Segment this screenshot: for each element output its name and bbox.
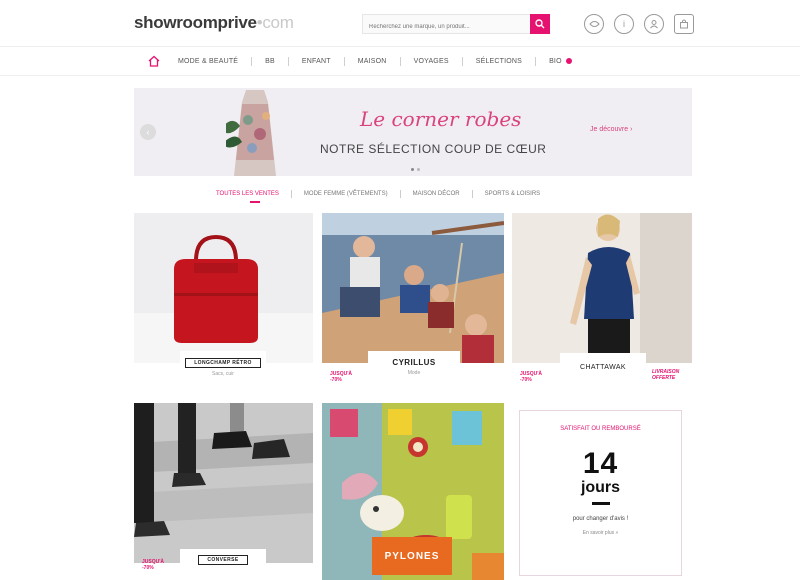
banner-subtitle: Notre sélection coup de cœur <box>320 142 547 156</box>
sale-card-converse[interactable]: Converse Jusqu'à -70% <box>134 403 313 580</box>
pagination-dot[interactable] <box>411 168 414 171</box>
logo-suffix: •com <box>256 13 294 32</box>
banner-prev-button[interactable]: ‹ <box>140 124 156 140</box>
nav-item-bb[interactable]: BB <box>238 57 275 66</box>
model-blue-top-image <box>512 213 692 363</box>
brand-box: Chattawak <box>560 353 646 381</box>
promo-divider <box>591 502 610 505</box>
brand-name: Chattawak <box>580 363 626 371</box>
promo-link[interactable]: En savoir plus » <box>520 530 681 536</box>
user-icon[interactable] <box>644 14 664 34</box>
help-icon[interactable]: i <box>614 14 634 34</box>
search-bar <box>362 14 550 36</box>
promo-unit: jours <box>580 479 621 496</box>
brand-box: Converse <box>180 549 266 571</box>
site-header: showroomprive•com i <box>0 0 800 46</box>
tab-women-fashion[interactable]: Mode femme (vêtements) <box>279 190 388 198</box>
site-logo[interactable]: showroomprive•com <box>134 13 294 33</box>
family-boat-image <box>322 213 504 363</box>
promo-number: 14 <box>582 447 619 480</box>
sale-card-cyrillus[interactable]: Cyrillus Mode Jusqu'à -70% <box>322 213 504 383</box>
nav-item-voyages[interactable]: Voyages <box>387 57 449 66</box>
nav-item-selections[interactable]: Sélections <box>449 57 522 66</box>
sale-card-bag[interactable]: Longchamp Rétro Sacs, cuir <box>134 213 313 383</box>
new-dot-icon <box>565 58 572 64</box>
search-button[interactable] <box>530 14 550 34</box>
discount-badge: Jusqu'à -70% <box>520 371 543 383</box>
nav-item-maison[interactable]: Maison <box>331 57 387 66</box>
main-nav: Mode & Beauté BB Enfant Maison Voyages S… <box>0 46 800 76</box>
brand-box: Cyrillus Mode <box>368 351 460 383</box>
tab-all-sales[interactable]: Toutes les ventes <box>216 191 279 197</box>
brand-name: Longchamp Rétro <box>185 357 261 368</box>
logo-main: showroomprive <box>134 13 257 32</box>
banner-pagination <box>411 168 420 171</box>
red-bag-image <box>134 213 313 363</box>
promo-top-text: Satisfait ou remboursé <box>560 426 641 432</box>
sale-card-chattawak[interactable]: Chattawak Jusqu'à -70% Livraison offerte <box>512 213 692 383</box>
home-icon[interactable] <box>147 54 161 68</box>
category-tabs: Toutes les ventes Mode femme (vêtements)… <box>216 186 540 202</box>
pagination-dot[interactable] <box>417 168 420 171</box>
nav-item-bio[interactable]: Bio <box>522 57 572 66</box>
bag-icon[interactable] <box>674 14 694 34</box>
brand-box: Longchamp Rétro Sacs, cuir <box>180 351 266 383</box>
banner-script-title: Le corner robes <box>360 107 522 131</box>
header-icons: i <box>584 14 694 34</box>
brand-name: Pylones <box>384 550 440 562</box>
discount-badge: Jusqu'à -70% <box>142 559 165 571</box>
tab-sports[interactable]: Sports & loisirs <box>460 190 541 198</box>
search-icon <box>535 19 545 29</box>
delivery-badge: Livraison offerte <box>652 369 680 381</box>
promo-14-days[interactable]: Satisfait ou remboursé 14 jours pour cha… <box>519 410 682 576</box>
nav-list: Mode & Beauté BB Enfant Maison Voyages S… <box>178 47 572 75</box>
nav-item-enfant[interactable]: Enfant <box>275 57 331 66</box>
banner-discover-link[interactable]: Je découvre › <box>590 126 632 133</box>
search-input[interactable] <box>363 18 523 36</box>
pylones-logo: Pylones <box>372 537 452 575</box>
discount-badge: Jusqu'à -70% <box>330 371 353 383</box>
sale-card-pylones[interactable]: Pylones <box>322 403 504 580</box>
active-tab-indicator <box>216 201 294 203</box>
brand-name: Converse <box>198 555 248 565</box>
hero-banner[interactable]: ‹ Le corner robes Notre sélection coup d… <box>134 88 692 176</box>
nav-item-mode-beaute[interactable]: Mode & Beauté <box>178 58 238 65</box>
account-icon[interactable] <box>584 14 604 34</box>
promo-text: pour changer d'avis ! <box>572 516 629 522</box>
brand-name: Cyrillus <box>392 358 436 367</box>
sneakers-stairs-image <box>134 403 313 563</box>
dress-image <box>226 90 276 176</box>
tab-home-decor[interactable]: Maison décor <box>388 190 460 198</box>
brand-subtitle: Mode <box>407 370 421 376</box>
brand-subtitle: Sacs, cuir <box>212 370 234 377</box>
